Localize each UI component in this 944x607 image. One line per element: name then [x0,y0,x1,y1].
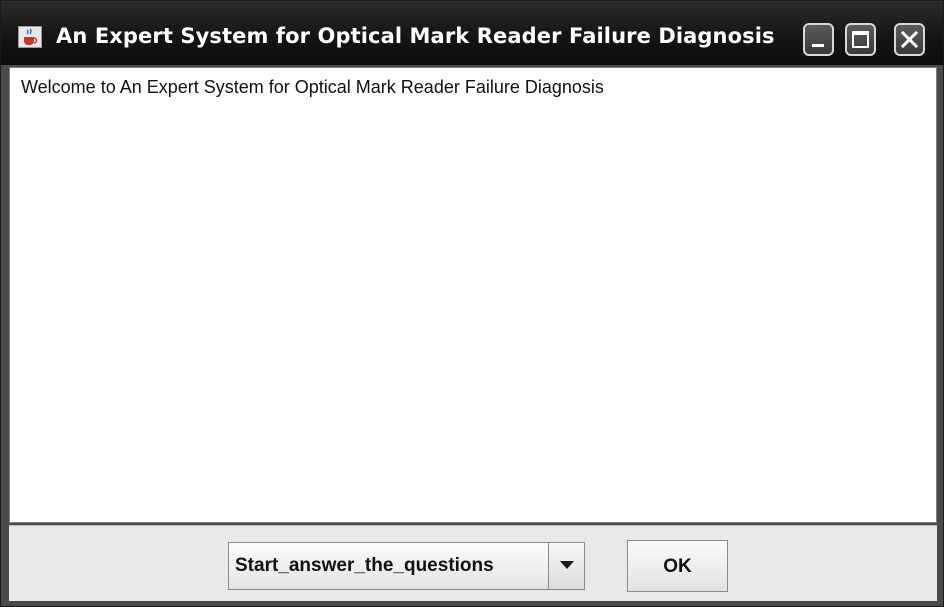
answer-combo-box[interactable]: Start_answer_the_questions [228,542,585,590]
ok-button[interactable]: OK [627,540,728,592]
minimize-icon [812,44,824,47]
minimize-button[interactable] [803,23,834,56]
app-window: An Expert System for Optical Mark Reader… [0,0,944,607]
welcome-text: Welcome to An Expert System for Optical … [21,77,604,97]
close-button[interactable] [894,23,925,56]
maximize-icon [852,31,869,48]
combo-dropdown-button[interactable] [548,543,584,589]
window-title: An Expert System for Optical Mark Reader… [56,24,775,48]
control-bar: Start_answer_the_questions OK [9,525,937,601]
java-cup-icon[interactable] [18,26,42,48]
maximize-button[interactable] [845,23,876,56]
close-icon [900,30,919,49]
chevron-down-icon [560,561,574,569]
message-area[interactable]: Welcome to An Expert System for Optical … [9,67,937,523]
title-bar[interactable]: An Expert System for Optical Mark Reader… [1,1,943,65]
combo-selected-value: Start_answer_the_questions [235,555,494,576]
